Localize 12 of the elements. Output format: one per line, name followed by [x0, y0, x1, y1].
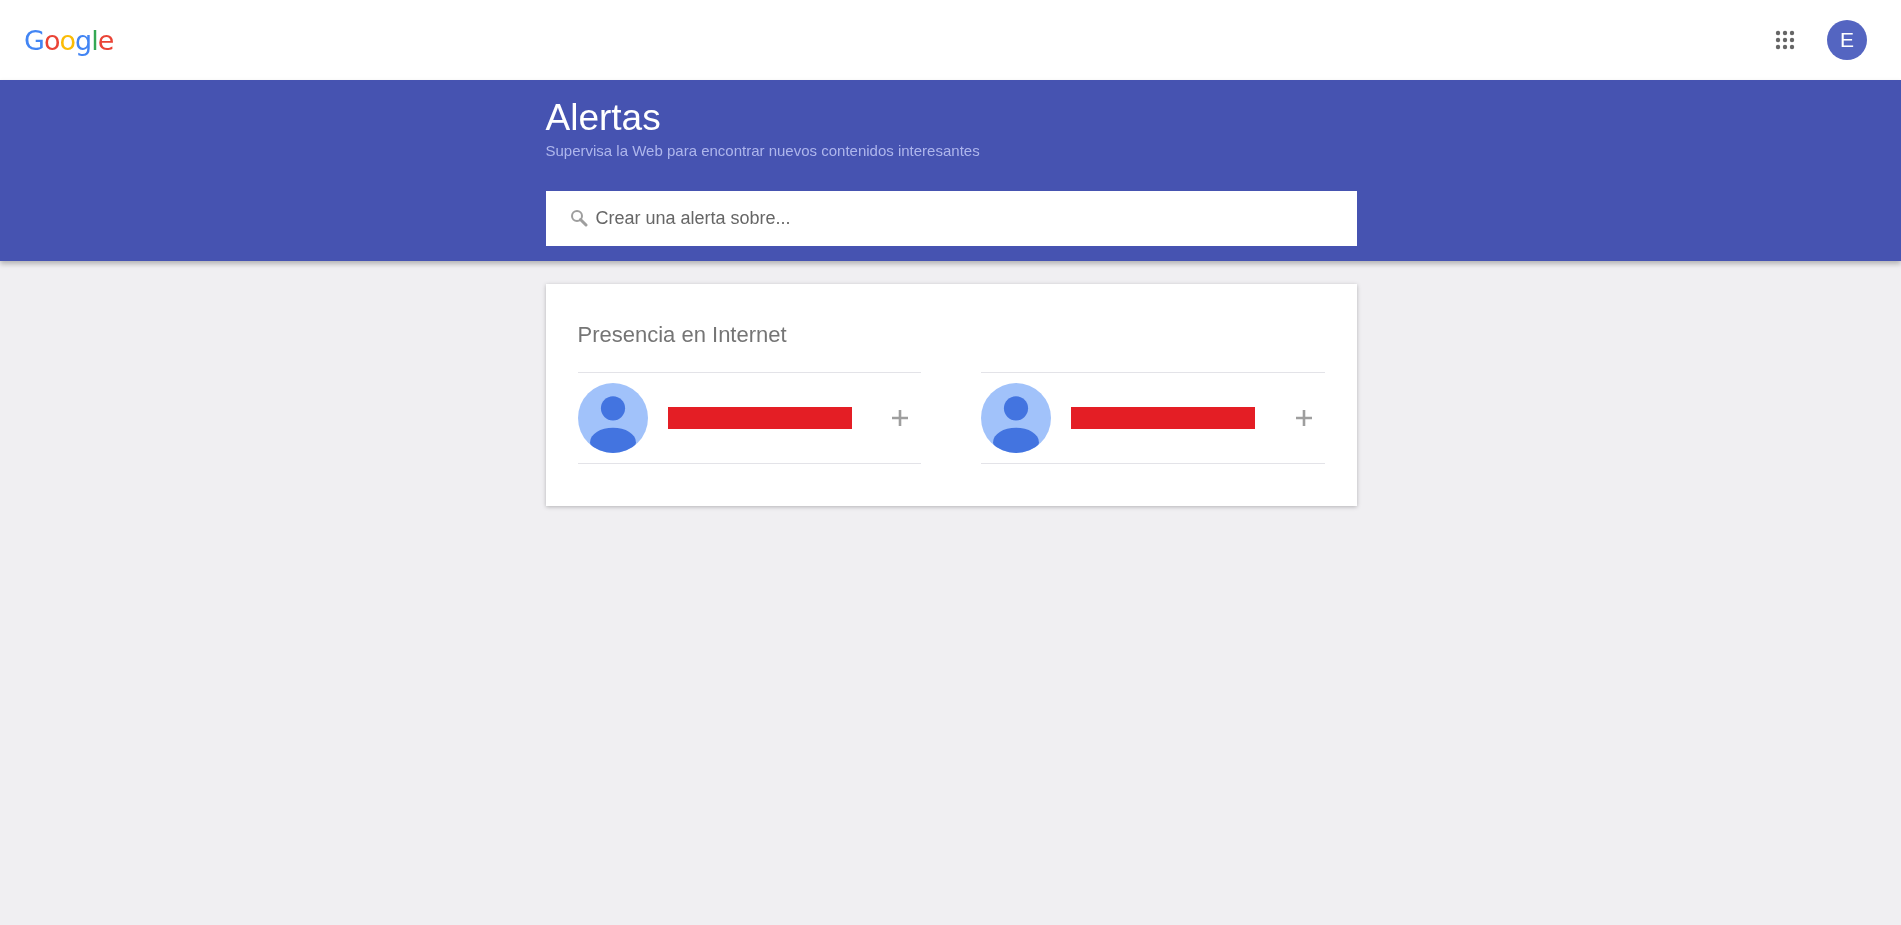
add-icon[interactable] [891, 409, 909, 427]
section-title: Presencia en Internet [577, 322, 788, 348]
account-avatar[interactable]: E [1827, 20, 1867, 60]
google-logo[interactable]: Google [24, 24, 114, 56]
page-title: Alertas [545, 96, 662, 140]
person-avatar-icon [577, 383, 648, 453]
search-icon [569, 209, 588, 227]
search-field[interactable]: Crear una alerta sobre... [545, 191, 1357, 246]
apps-grid-icon[interactable] [1775, 30, 1795, 50]
page-subtitle: Supervisa la Web para encontrar nuevos contenidos interesantes [545, 142, 981, 159]
person-avatar-icon [981, 383, 1051, 453]
add-icon[interactable] [1294, 409, 1313, 427]
